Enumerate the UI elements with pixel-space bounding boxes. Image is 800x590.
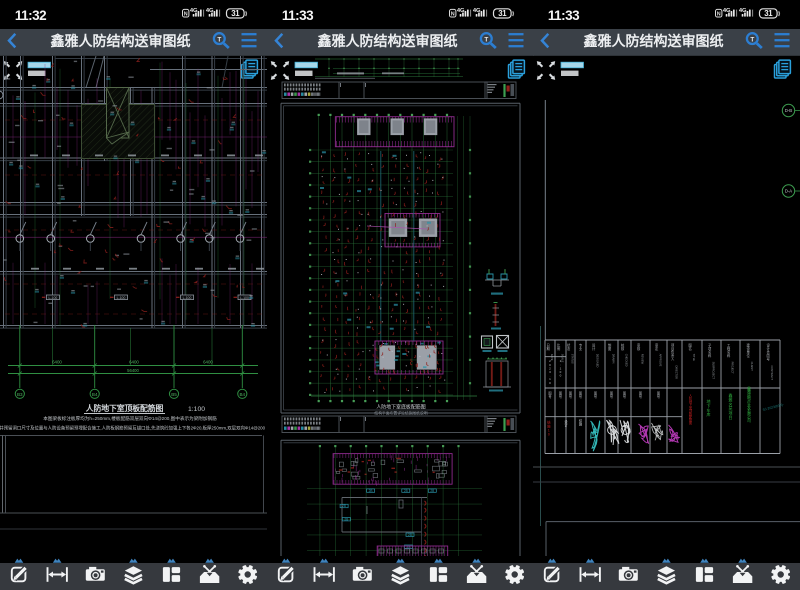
svg-text:人: 人: [671, 357, 675, 361]
svg-text:D-A: D-A: [785, 189, 792, 194]
svg-text:2B: 2B: [342, 504, 346, 508]
svg-text:L-100: L-100: [240, 296, 249, 300]
svg-text:31: 31: [498, 9, 507, 18]
svg-text:号: 号: [610, 394, 613, 399]
svg-text:号: 号: [569, 394, 572, 399]
svg-text:目: 目: [729, 415, 733, 420]
svg-text:CHECKED: CHECKED: [625, 354, 629, 367]
svg-text:B4: B4: [239, 392, 245, 397]
svg-text:4G: 4G: [739, 8, 747, 14]
svg-text:定: 定: [655, 346, 659, 351]
svg-text:REVIEW: REVIEW: [641, 354, 645, 365]
svg-text:T: T: [217, 36, 221, 43]
svg-text:4G: 4G: [456, 8, 464, 14]
svg-text:结构平面布置详见结施图纸说明: 结构平面布置详见结施图纸说明: [374, 411, 427, 416]
svg-text:司: 司: [747, 418, 751, 423]
svg-text:APPROVE: APPROVE: [659, 354, 663, 367]
svg-text:4G: 4G: [472, 8, 480, 14]
svg-text:图: 图: [608, 347, 612, 351]
svg-text:6400: 6400: [129, 360, 139, 365]
svg-text:业: 业: [579, 346, 583, 351]
svg-text:N: N: [184, 12, 188, 18]
svg-text:名: 名: [689, 346, 692, 351]
svg-text:T: T: [484, 36, 488, 43]
svg-text:0: 0: [548, 433, 550, 437]
svg-text:人防地下室顶板配筋图: 人防地下室顶板配筋图: [86, 403, 164, 413]
svg-text:计: 计: [565, 422, 569, 427]
svg-text:B5: B5: [171, 392, 177, 397]
svg-text:位: 位: [747, 353, 751, 358]
svg-text:号: 号: [767, 356, 771, 361]
svg-text:例: 例: [557, 346, 561, 351]
svg-text:11:33: 11:33: [282, 8, 314, 23]
svg-text:DRAWN: DRAWN: [612, 354, 616, 364]
svg-text:DESIGNED: DESIGNED: [596, 354, 600, 368]
svg-text:4G: 4G: [190, 8, 198, 14]
svg-text:11:32: 11:32: [15, 8, 46, 23]
svg-text:0: 0: [560, 374, 562, 378]
svg-text:2B: 2B: [404, 489, 408, 493]
svg-text:SUBPROJECT: SUBPROJECT: [712, 362, 716, 380]
svg-text:L-100: L-100: [183, 296, 192, 300]
svg-text:L-100: L-100: [117, 296, 126, 300]
svg-text:4G: 4G: [723, 8, 731, 14]
svg-text:11:33: 11:33: [548, 8, 580, 23]
svg-text:号: 号: [639, 394, 642, 399]
svg-text:N: N: [717, 12, 721, 18]
svg-text:号: 号: [594, 394, 597, 399]
svg-text:态: 态: [567, 346, 571, 351]
svg-text:T: T: [751, 36, 755, 43]
svg-text:B4: B4: [92, 392, 98, 397]
svg-text:D-B: D-B: [785, 108, 792, 113]
svg-text:N: N: [450, 12, 454, 18]
svg-text:TITLE: TITLE: [692, 354, 696, 361]
svg-text:称: 称: [708, 353, 712, 358]
svg-text:31: 31: [765, 9, 774, 18]
svg-text:号: 号: [549, 394, 552, 399]
svg-text:2B: 2B: [430, 489, 434, 493]
svg-text:STATUS: STATUS: [571, 354, 575, 364]
svg-text:31: 31: [231, 9, 240, 18]
svg-text:号: 号: [579, 394, 582, 399]
svg-text:2B: 2B: [408, 533, 412, 537]
svg-text:CLIENT: CLIENT: [750, 362, 754, 372]
svg-text:DIRECTOR: DIRECTOR: [675, 366, 679, 380]
svg-text:风井预留洞口尺寸及位置与人防设备预留预埋配合施工,人防板钢筋: 风井预留洞口尺寸及位置与人防设备预留预埋配合施工,人防板钢筋预留互锚口处,先浇筑…: [0, 424, 266, 431]
svg-text:L-100: L-100: [49, 296, 58, 300]
svg-text:号: 号: [657, 394, 660, 399]
svg-text:鑫雅人防结构送审图纸: 鑫雅人防结构送审图纸: [50, 33, 191, 49]
svg-text:施: 施: [579, 421, 583, 426]
svg-text:称: 称: [727, 353, 731, 358]
svg-text:2B: 2B: [344, 517, 348, 521]
svg-text:2B: 2B: [368, 489, 372, 493]
svg-text:PROJECT: PROJECT: [731, 362, 735, 375]
svg-text:号: 号: [623, 394, 626, 399]
svg-text:号: 号: [559, 394, 562, 399]
svg-text:期: 期: [547, 346, 551, 351]
svg-text:核: 核: [621, 346, 625, 351]
svg-text:人防地下室底板配筋图: 人防地下室底板配筋图: [376, 404, 425, 411]
svg-text:B3: B3: [17, 392, 23, 397]
svg-text:6400: 6400: [203, 360, 213, 365]
svg-text:计: 计: [592, 346, 596, 351]
svg-text:CONTRACT: CONTRACT: [770, 366, 774, 381]
svg-text:鑫雅人防结构送审图纸: 鑫雅人防结构送审图纸: [316, 33, 457, 49]
svg-text:本图梁板标注板厚均为h=250mm,楼板配筋双层双向Φ14@: 本图梁板标注板厚均为h=250mm,楼板配筋双层双向Φ14@200,图中表示为梁…: [43, 415, 217, 422]
svg-text:SJ-2023(039)-: SJ-2023(039)-: [763, 402, 785, 411]
svg-text:4G: 4G: [206, 8, 214, 14]
svg-text:0: 0: [549, 381, 551, 385]
svg-text:图: 图: [689, 421, 693, 425]
svg-text:56400: 56400: [127, 368, 139, 373]
svg-text:库: 库: [707, 411, 711, 417]
svg-text:1:100: 1:100: [188, 406, 205, 413]
svg-text:核: 核: [637, 346, 641, 351]
svg-text:6400: 6400: [52, 360, 62, 365]
svg-text:鑫雅人防结构送审图纸: 鑫雅人防结构送审图纸: [583, 33, 724, 49]
